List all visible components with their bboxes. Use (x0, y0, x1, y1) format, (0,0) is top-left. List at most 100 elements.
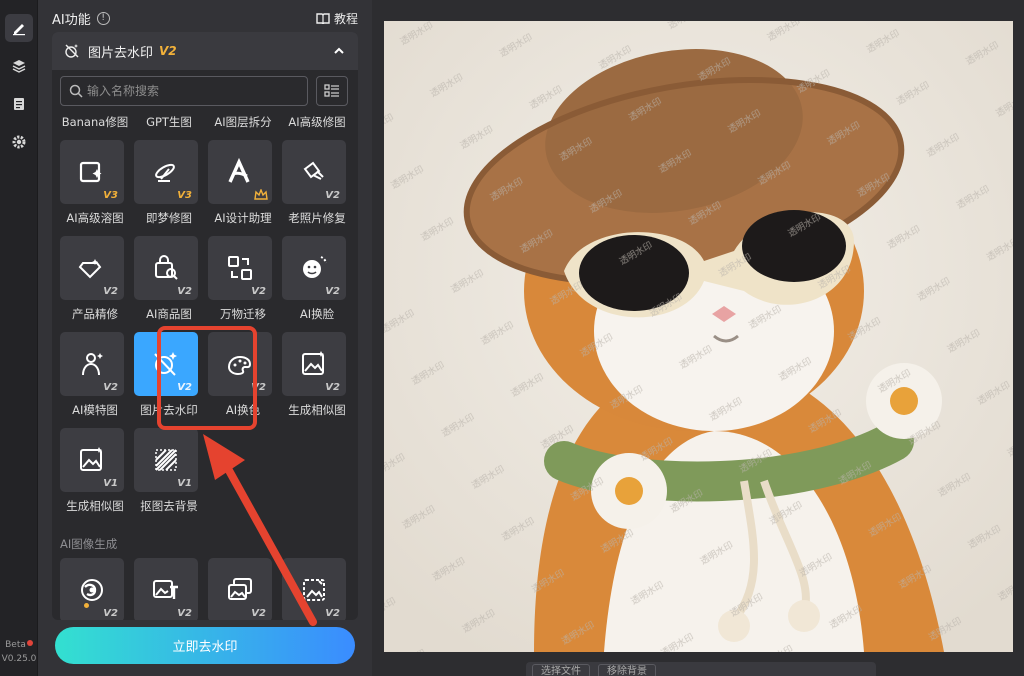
app-version: V0.25.0 (1, 654, 37, 664)
watermark-remove-icon (65, 44, 79, 58)
tool-label[interactable]: Banana修图 (58, 114, 132, 130)
tool-tile-gen-3[interactable]: V2 (208, 558, 272, 620)
tool-label[interactable]: AI图层拆分 (206, 114, 280, 130)
version-badge: V3 (177, 190, 192, 201)
scroll-indicator-left (84, 603, 89, 608)
tool-label[interactable]: AI模特图 (58, 402, 132, 418)
tool-label[interactable]: 即梦修图 (132, 210, 206, 226)
tool-tile-ai-design[interactable] (208, 140, 272, 204)
version-badge: V2 (251, 286, 266, 297)
version-badge: V2 (103, 382, 118, 393)
layers-button[interactable] (5, 52, 33, 80)
search-box (60, 76, 308, 106)
image-text-icon (153, 580, 178, 599)
tutorial-link[interactable]: 教程 (316, 10, 358, 27)
crown-icon (254, 189, 268, 200)
panel-header: AI功能 ! 教程 (52, 8, 358, 28)
document-icon (14, 98, 24, 110)
selection-highlight (157, 326, 257, 430)
remove-watermark-button[interactable]: 立即去水印 (55, 627, 355, 664)
version-badge: V1 (177, 478, 192, 489)
tool-label[interactable]: AI设计助理 (206, 210, 280, 226)
tool-tile-cutout[interactable]: V1 (134, 428, 198, 492)
pencil-icon (13, 24, 25, 36)
version-badge: V1 (103, 478, 118, 489)
document-button[interactable] (5, 90, 33, 118)
tool-tile-similar-image-v1[interactable]: V1 (60, 428, 124, 492)
edit-tool-button[interactable] (5, 14, 33, 42)
tool-label[interactable]: 产品精修 (58, 306, 132, 322)
version-badge: V2 (103, 286, 118, 297)
preview-image[interactable]: 透明水印 (384, 21, 1013, 652)
list-icon (324, 84, 339, 97)
left-rail: Beta V0.25.0 (0, 0, 38, 676)
tutorial-label: 教程 (333, 11, 358, 26)
selected-tool-version: V2 (159, 44, 177, 58)
dream-brush-icon (155, 163, 175, 182)
chevron-up-icon[interactable] (332, 44, 346, 58)
shopping-bag-icon (155, 255, 178, 280)
tool-label[interactable]: 抠图去背景 (132, 498, 206, 514)
settings-button[interactable] (5, 128, 33, 156)
tool-tile-gen-2[interactable]: V2 (134, 558, 198, 620)
transfer-icon (228, 256, 252, 280)
tool-tile-similar-image[interactable]: V2 (282, 332, 346, 396)
tool-label[interactable]: AI换脸 (280, 306, 354, 322)
version-badge: V2 (177, 286, 192, 297)
tool-tile-ai-product[interactable]: V2 (134, 236, 198, 300)
tool-tile-gen-4[interactable]: V2 (282, 558, 346, 620)
tool-label[interactable]: AI高级溶图 (58, 210, 132, 226)
tool-label[interactable]: GPT生图 (132, 114, 206, 130)
tool-tile-dream-edit[interactable]: V3 (134, 140, 198, 204)
model-person-icon (82, 353, 103, 376)
diamond-tag-icon (78, 259, 102, 279)
similar-image-icon (80, 447, 102, 471)
info-icon[interactable]: ! (96, 11, 110, 25)
photo-restore-icon (303, 161, 324, 180)
canvas-toolbar: 选择文件 移除背景 (526, 662, 876, 676)
tool-label[interactable]: AI商品图 (132, 306, 206, 322)
panel-title: AI功能 (52, 12, 91, 28)
version-badge: V2 (251, 608, 266, 619)
version-badge: V2 (325, 382, 340, 393)
version-badge: V2 (325, 608, 340, 619)
cutout-stripes-icon (155, 449, 177, 471)
select-file-button[interactable]: 选择文件 (532, 664, 590, 676)
version-badge: V2 (325, 286, 340, 297)
search-icon (69, 84, 83, 98)
similar-image-icon (302, 351, 324, 375)
version-badge: V3 (103, 190, 118, 201)
tool-label[interactable]: AI高级修图 (280, 114, 354, 130)
tool-tile-ai-model[interactable]: V2 (60, 332, 124, 396)
beta-badge: Beta (0, 640, 38, 650)
image-canvas[interactable]: 透明水印 (372, 0, 1024, 676)
tool-label[interactable]: 老照片修复 (280, 210, 354, 226)
remove-background-button[interactable]: 移除背景 (598, 664, 656, 676)
selected-tool-name: 图片去水印 (88, 45, 154, 61)
notification-dot (26, 640, 33, 646)
tool-label[interactable]: 万物迁移 (206, 306, 280, 322)
tool-tile-photo-restore[interactable]: V2 (282, 140, 346, 204)
sparkle-image-icon (79, 161, 102, 183)
tool-tile-face-swap[interactable]: V2 (282, 236, 346, 300)
tool-tile-gen-1[interactable]: V2 (60, 558, 124, 620)
selected-tool-header[interactable]: 图片去水印 V2 (52, 32, 358, 70)
cat-photo-illustration: 透明水印 (384, 21, 1013, 652)
image-frame-icon (303, 579, 325, 601)
book-icon (316, 13, 330, 24)
list-view-button[interactable] (316, 76, 348, 106)
layers-icon (12, 60, 26, 73)
tool-label[interactable]: 生成相似图 (58, 498, 132, 514)
version-badge: V2 (103, 608, 118, 619)
search-input[interactable] (87, 84, 297, 98)
swirl-icon (81, 579, 103, 601)
section-title-image-generation: AI图像生成 (60, 537, 118, 551)
multi-image-icon (228, 578, 252, 600)
version-badge: V2 (177, 608, 192, 619)
ai-function-panel: AI功能 ! 教程 图片去水印 V2 Banana修图 GPT生图 A (38, 0, 372, 676)
tool-tile-ai-blend[interactable]: V3 (60, 140, 124, 204)
tool-tile-product-retouch[interactable]: V2 (60, 236, 124, 300)
tool-label[interactable]: 生成相似图 (280, 402, 354, 418)
ai-design-letter-icon (228, 157, 250, 183)
tool-tile-transfer[interactable]: V2 (208, 236, 272, 300)
